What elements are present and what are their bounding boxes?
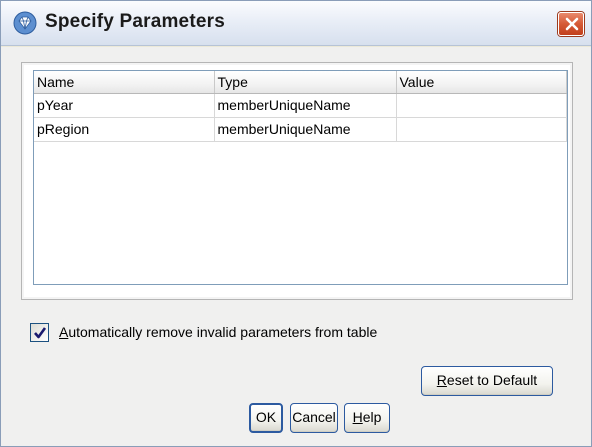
parameters-table[interactable]: Name Type Value pYear memberUniqueName p… [33,70,568,285]
auto-remove-label-text: utomatically remove invalid parameters f… [68,324,378,340]
reset-to-default-button[interactable]: Reset to Default [421,366,553,396]
auto-remove-mnemonic: A [59,324,69,340]
ok-button[interactable]: OK [249,403,283,433]
table-header-row: Name Type Value [34,71,567,94]
table-row[interactable]: pRegion memberUniqueName [34,117,567,142]
cancel-button[interactable]: Cancel [290,403,338,433]
column-header-name[interactable]: Name [34,71,215,94]
cell-type[interactable]: memberUniqueName [214,93,397,118]
cell-value[interactable] [396,93,567,118]
parameters-panel: Name Type Value pYear memberUniqueName p… [21,62,573,300]
cell-value[interactable] [396,117,567,142]
dialog-window: Specify Parameters Name Type Value pYear… [0,0,592,447]
help-label: elp [362,409,382,425]
auto-remove-checkbox[interactable] [30,323,49,342]
cell-name[interactable]: pRegion [34,117,215,142]
table-row[interactable]: pYear memberUniqueName [34,93,567,118]
close-button[interactable] [558,12,584,36]
cell-type[interactable]: memberUniqueName [214,117,397,142]
close-icon [565,17,579,31]
checkmark-icon [34,327,47,339]
column-header-type[interactable]: Type [214,71,397,94]
gem-icon [13,11,37,35]
dialog-body: Name Type Value pYear memberUniqueName p… [1,47,591,446]
cell-name[interactable]: pYear [34,93,215,118]
help-mnemonic: H [352,409,363,425]
title-bar[interactable]: Specify Parameters [1,1,591,46]
reset-label: eset to Default [446,372,538,388]
help-button[interactable]: Help [344,403,390,433]
dialog-title: Specify Parameters [45,11,225,32]
reset-mnemonic: R [436,372,447,388]
auto-remove-label[interactable]: Automatically remove invalid parameters … [59,324,377,340]
column-header-value[interactable]: Value [396,71,567,94]
